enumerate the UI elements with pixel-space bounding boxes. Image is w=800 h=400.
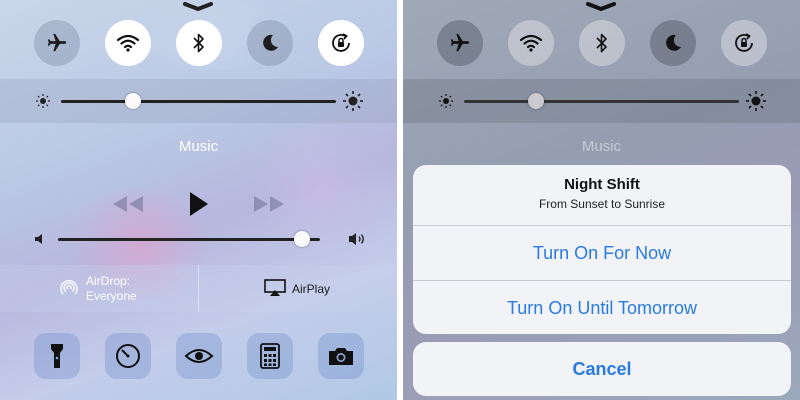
fast-forward-icon — [254, 196, 284, 212]
night-shift-button[interactable] — [176, 333, 222, 379]
airdrop-mode: Everyone — [86, 289, 137, 303]
flashlight-button[interactable] — [34, 333, 80, 379]
volume-slider[interactable] — [58, 238, 320, 241]
play-button[interactable] — [186, 191, 210, 217]
night-shift-sheet-panel: Music Night Shift From Sunset to Sunrise… — [403, 0, 800, 400]
wifi-toggle[interactable] — [105, 20, 151, 66]
wifi-icon — [116, 34, 140, 52]
rewind-button[interactable] — [112, 194, 144, 214]
brightness-slider-knob[interactable] — [124, 93, 141, 109]
camera-icon — [329, 348, 353, 365]
rotation-lock-icon — [332, 33, 350, 52]
sun-large-icon — [343, 91, 363, 111]
airplane-mode-toggle[interactable] — [34, 20, 80, 66]
control-center-panel: Music AirDrop: Everyone AirPlay — [0, 0, 397, 400]
timer-icon — [116, 344, 140, 368]
turn-on-until-tomorrow-button[interactable]: Turn On Until Tomorrow — [413, 280, 791, 334]
moon-icon — [263, 34, 278, 51]
bluetooth-icon — [193, 33, 204, 53]
camera-button[interactable] — [318, 333, 364, 379]
play-icon — [190, 192, 208, 216]
sheet-subtitle: From Sunset to Sunrise — [538, 197, 666, 211]
volume-high-icon — [349, 233, 364, 245]
music-title: Music — [178, 138, 219, 155]
rewind-icon — [113, 196, 143, 212]
airdrop-title: AirDrop: — [86, 274, 131, 288]
fast-forward-button[interactable] — [253, 194, 285, 214]
cancel-button[interactable]: Cancel — [413, 342, 791, 396]
airplay-icon — [264, 279, 286, 296]
rotation-lock-toggle[interactable] — [318, 20, 364, 66]
airplay-label: AirPlay — [292, 282, 331, 296]
airdrop-label: AirDrop: Everyone — [86, 274, 137, 304]
timer-button[interactable] — [105, 333, 151, 379]
night-shift-action-sheet: Night Shift From Sunset to Sunrise Turn … — [413, 165, 791, 334]
airplane-icon — [47, 33, 67, 52]
sheet-header: Night Shift From Sunset to Sunrise — [413, 165, 791, 225]
brightness-slider[interactable] — [61, 100, 336, 103]
sheet-title: Night Shift — [564, 176, 640, 193]
sun-small-icon — [36, 94, 50, 108]
bluetooth-toggle[interactable] — [176, 20, 222, 66]
do-not-disturb-toggle[interactable] — [247, 20, 293, 66]
flashlight-icon — [51, 344, 63, 368]
airdrop-icon — [60, 280, 78, 295]
volume-slider-knob[interactable] — [293, 231, 310, 247]
grabber-handle[interactable] — [182, 2, 214, 12]
calculator-icon — [260, 343, 280, 369]
night-shift-icon — [184, 349, 214, 363]
calculator-button[interactable] — [247, 333, 293, 379]
volume-low-icon — [35, 234, 42, 244]
turn-on-for-now-button[interactable]: Turn On For Now — [413, 225, 791, 280]
